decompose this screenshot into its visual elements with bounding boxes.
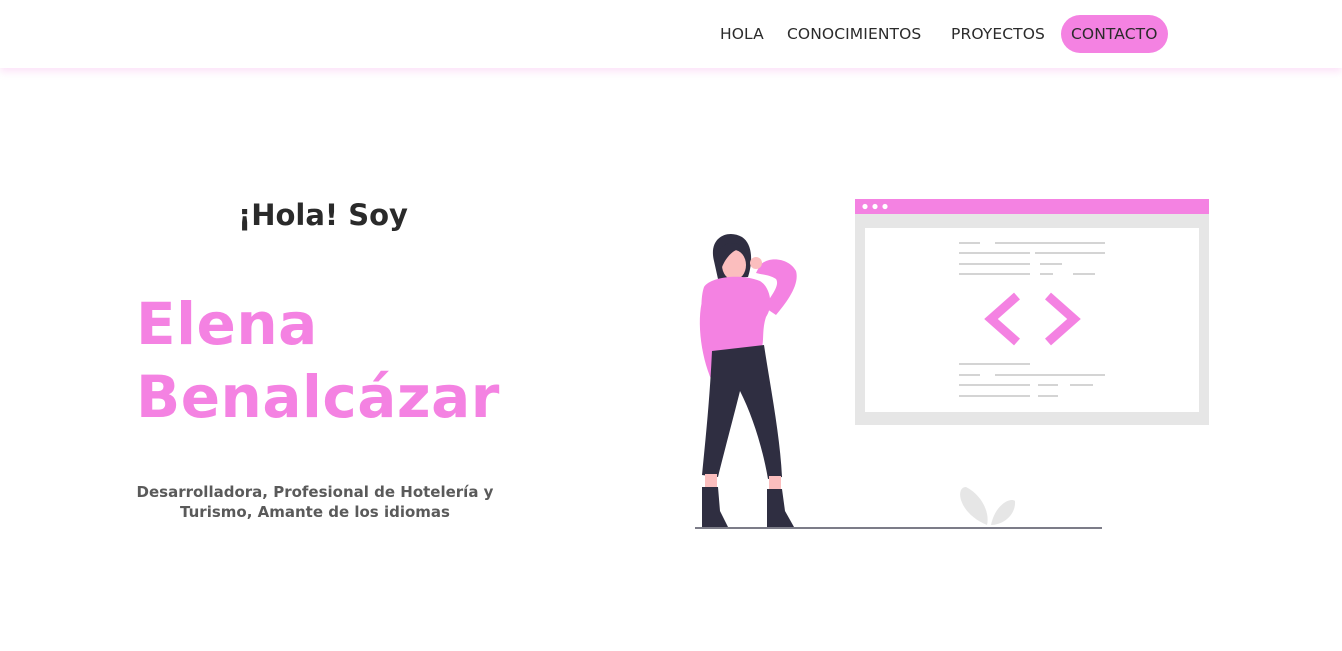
plant-graphic <box>960 487 1016 525</box>
hero-name-first: Elena <box>136 290 318 358</box>
nav-link-proyectos[interactable]: PROYECTOS <box>951 15 1045 53</box>
nav-link-contacto[interactable]: CONTACTO <box>1061 15 1168 53</box>
nav-link-hola[interactable]: HOLA <box>720 15 764 53</box>
woman-graphic <box>699 234 797 527</box>
hero-name-last: Benalcázar <box>136 363 500 431</box>
top-navbar: HOLA CONOCIMIENTOS PROYECTOS CONTACTO <box>0 0 1342 68</box>
hero-greeting: ¡Hola! Soy <box>238 198 408 232</box>
browser-window-graphic <box>855 199 1209 425</box>
illustration-svg <box>695 199 1209 529</box>
nav-link-conocimientos[interactable]: CONOCIMIENTOS <box>787 15 921 53</box>
hero-tagline: Desarrolladora, Profesional de Hotelería… <box>136 483 494 521</box>
developer-illustration <box>690 195 1220 535</box>
